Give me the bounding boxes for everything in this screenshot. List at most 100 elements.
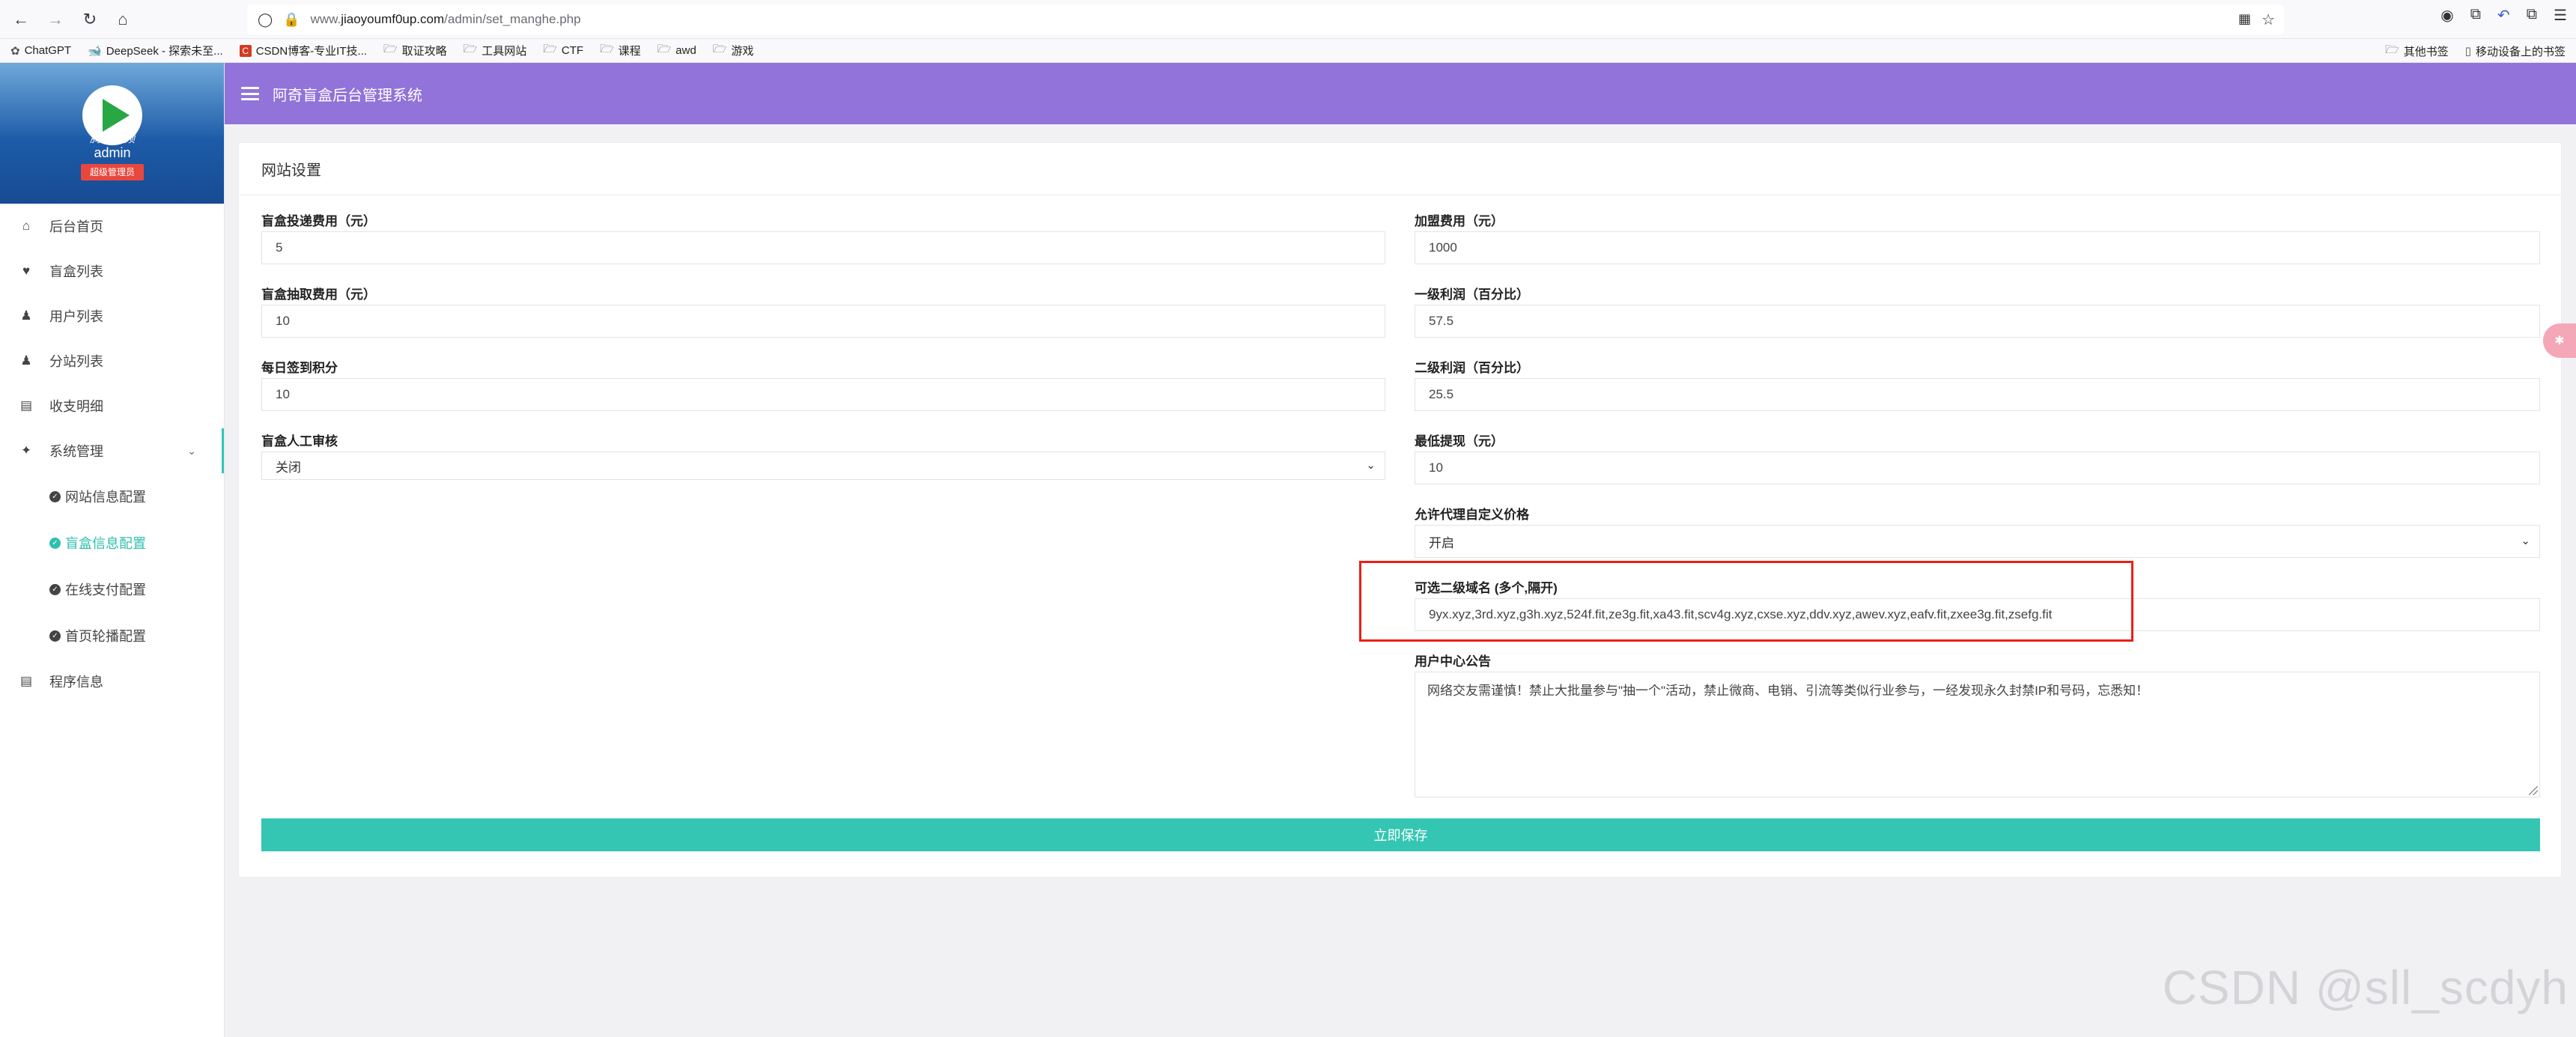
sidebar-subitem-label: 网站信息配置 [65,490,146,505]
sidebar-item-home[interactable]: ⌂ 后台首页 [0,204,224,249]
sidebar: 腾讯视频 admin 超级管理员 ⌂ 后台首页 ♥ 盲盒列表 ♟ 用户列表 ♟ 分站列表… [0,63,225,1037]
settings-sparkle-icon: ✦ [20,443,32,457]
bookmark-label: 工具网站 [482,45,527,58]
home-icon: ⌂ [22,219,31,233]
undo-icon[interactable]: ↶ [2497,6,2510,25]
sidebar-menu: ⌂ 后台首页 ♥ 盲盒列表 ♟ 用户列表 ♟ 分站列表 ▤ 收支明细 ✦ 系统管理 ⌄ ✓ 网站… [0,204,224,704]
back-icon[interactable]: ← [9,7,33,31]
bookmark-other[interactable]: 🗁 其他书签 [2385,42,2449,61]
crop-icon[interactable]: ⧉ [2470,6,2481,25]
notice-text: 网络交友需谨慎！禁止大批量参与"抽一个"活动，禁止微商、电销、引流等类似行业参与… [1427,684,2149,698]
gear-icon: ✓ [49,490,61,502]
bookmark-csdn[interactable]: C CSDN博客-专业IT技... [239,43,368,58]
manual-review-select[interactable]: 关闭 ⌄ [261,451,1385,480]
sidebar-item-program-info[interactable]: ▤ 程序信息 [0,659,224,704]
sidebar-item-system[interactable]: ✦ 系统管理 ⌄ [0,428,224,473]
chatgpt-icon: ✿ [10,44,20,58]
folder-icon: 🗁 [463,43,478,55]
system-title: 阿奇盲盒后台管理系统 [273,87,422,104]
admin-name: admin [94,145,131,160]
checkin-points-input[interactable]: 10 [261,378,1385,411]
home-icon[interactable]: ⌂ [111,7,135,31]
deepseek-icon: 🐋 [88,44,102,58]
bookmarks-bar: ✿ ChatGPT 🐋 DeepSeek - 探索未至... C CSDN博客-专业I… [0,39,2576,63]
forward-icon[interactable]: → [43,7,67,31]
notice-textarea[interactable]: 网络交友需谨慎！禁止大批量参与"抽一个"活动，禁止微商、电销、引流等类似行业参与… [1415,672,2540,797]
sidebar-subitem-carousel-config[interactable]: ✓ 首页轮播配置 [0,612,224,659]
manual-review-value: 关闭 [276,460,301,475]
chevron-down-icon: ⌄ [187,444,196,457]
browser-toolbar: ← → ↻ ⌂ ◯ 🔒 www.jiaoyoumf0up.com/admin/s… [0,0,2576,39]
manual-review-label: 盲盒人工审核 [261,434,338,448]
sidebar-item-users[interactable]: ♟ 用户列表 [0,294,224,338]
join-fee-input[interactable]: 1000 [1415,231,2540,264]
gear-icon: ✓ [49,537,61,549]
level2-profit-label: 二级利润（百分比） [1415,361,1529,375]
play-icon [103,99,130,132]
sidebar-subitem-label: 在线支付配置 [65,583,146,597]
delivery-fee-input[interactable]: 5 [261,231,1385,264]
bookmark-folder[interactable]: 🗁 awd [657,41,696,60]
sidebar-item-ledger[interactable]: ▤ 收支明细 [0,383,224,428]
bookmark-folder[interactable]: 🗁 游戏 [713,41,754,60]
bookmark-label: 课程 [618,45,641,58]
sidebar-item-label: 用户列表 [49,309,103,324]
folder-icon: 🗁 [383,43,398,55]
account-icon[interactable]: ◉ [2440,6,2453,25]
toolbar-right: ◉ ⧉ ↶ ⧉ ☰ [2440,6,2567,25]
bookmark-chatgpt[interactable]: ✿ ChatGPT [10,44,71,58]
folder-icon: 🗁 [657,43,672,55]
sidebar-item-label: 分站列表 [49,354,103,369]
shield-icon: ◯ [258,11,273,27]
sidebar-item-substations[interactable]: ♟ 分站列表 [0,338,224,383]
level1-profit-input[interactable]: 57.5 [1415,305,2540,338]
bookmark-label: CSDN博客-专业IT技... [255,45,368,58]
notice-label: 用户中心公告 [1415,654,1491,669]
bookmark-folder[interactable]: 🗁 取证攻略 [383,41,447,60]
url-text: www.jiaoyoumf0up.com/admin/set_manghe.ph… [310,12,581,26]
bookmark-folder[interactable]: 🗁 CTF [543,41,583,60]
extensions-icon[interactable]: ⧉ [2527,6,2537,25]
save-button[interactable]: 立即保存 [261,818,2540,851]
avatar-caption: 腾讯视频 [89,133,135,145]
bookmark-folder[interactable]: 🗁 课程 [600,41,641,60]
level2-profit-input[interactable]: 25.5 [1415,378,2540,411]
join-fee-label: 加盟费用（元） [1415,214,1504,228]
checkin-points-label: 每日签到积分 [261,361,338,375]
min-withdraw-label: 最低提现（元） [1415,434,1504,448]
min-withdraw-input[interactable]: 10 [1415,451,2540,484]
bookmark-folder[interactable]: 🗁 工具网站 [464,41,527,60]
draw-fee-label: 盲盒抽取费用（元） [261,288,376,302]
profile-panel: 腾讯视频 admin 超级管理员 [0,63,224,204]
reload-icon[interactable]: ↻ [78,7,102,31]
bookmark-label: awd [675,44,696,57]
draw-fee-input[interactable]: 10 [261,305,1385,338]
sidebar-subitem-label: 盲盒信息配置 [65,536,146,551]
hamburger-icon[interactable] [241,87,259,100]
sidebar-item-label: 后台首页 [49,219,103,234]
bookmark-mobile[interactable]: ▯ 移动设备上的书签 [2465,43,2566,59]
sidebar-subitem-site-config[interactable]: ✓ 网站信息配置 [0,473,224,520]
settings-card: 网站设置 盲盒投递费用（元） 5 盲盒抽取费用（元） 10 每日签到积分 10 … [238,142,2562,878]
star-icon[interactable]: ☆ [2261,10,2275,29]
info-panel-icon: ▤ [19,674,33,688]
translate-float-icon[interactable]: ✱ [2543,323,2576,358]
address-bar[interactable]: ◯ 🔒 www.jiaoyoumf0up.com/admin/set_mangh… [247,4,2284,34]
role-badge: 超级管理员 [81,164,144,180]
resize-handle-icon[interactable] [2529,786,2538,795]
sidebar-item-boxes[interactable]: ♥ 盲盒列表 [0,249,224,294]
custom-price-select[interactable]: 开启 ⌄ [1415,525,2540,558]
user-icon: ♟ [20,353,32,368]
sidebar-item-label: 盲盒列表 [49,264,103,279]
sidebar-item-label: 系统管理 [49,444,103,459]
sidebar-subitem-box-config[interactable]: ✓ 盲盒信息配置 [0,520,224,566]
bookmark-deepseek[interactable]: 🐋 DeepSeek - 探索未至... [88,43,223,58]
bookmark-label: CTF [561,44,584,57]
menu-icon[interactable]: ☰ [2554,6,2567,25]
lock-icon: 🔒 [283,11,300,27]
custom-price-label: 允许代理自定义价格 [1415,508,1529,522]
bookmark-label: 游戏 [731,45,754,58]
qr-icon[interactable]: ▦ [2238,11,2251,27]
sidebar-item-label: 程序信息 [49,675,103,690]
sidebar-subitem-payment-config[interactable]: ✓ 在线支付配置 [0,566,224,612]
